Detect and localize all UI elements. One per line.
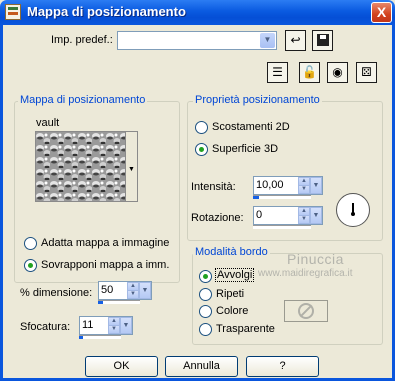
intensity-spinbox[interactable]: 10,00 ▲ ▼ ▼ bbox=[253, 176, 323, 195]
color-label[interactable]: Colore bbox=[216, 305, 248, 317]
floppy-disk-icon bbox=[316, 34, 329, 46]
undo-arrow-icon: ↩ bbox=[290, 33, 301, 47]
size-spinbox[interactable]: 50 ▲ ▼ ▼ bbox=[98, 281, 152, 300]
spin-down-icon[interactable]: ▼ bbox=[108, 325, 120, 334]
lock-options-button[interactable]: 🔓 bbox=[299, 62, 320, 83]
tile-map-label[interactable]: Sovrapponi mappa a imm. bbox=[41, 259, 169, 271]
chevron-down-icon[interactable]: ▼ bbox=[310, 207, 322, 224]
chevron-down-icon: ▼ bbox=[260, 33, 275, 48]
blur-spinbox[interactable]: 11 ▲ ▼ ▼ bbox=[79, 316, 133, 335]
blur-label: Sfocatura: bbox=[20, 321, 71, 333]
no-color-icon bbox=[298, 303, 314, 319]
spin-down-icon[interactable]: ▼ bbox=[298, 185, 310, 194]
ok-button[interactable]: OK bbox=[85, 356, 158, 377]
blur-slider[interactable] bbox=[79, 335, 121, 339]
chevron-down-icon[interactable]: ▼ bbox=[310, 177, 322, 194]
blur-slider-fill bbox=[79, 336, 83, 339]
eye-icon: ◉ bbox=[332, 65, 343, 79]
watermark-name: Pinuccia bbox=[287, 251, 344, 267]
repeat-label[interactable]: Ripeti bbox=[216, 288, 244, 300]
window-title: Mappa di posizionamento bbox=[27, 4, 186, 19]
edge-color-swatch[interactable] bbox=[284, 300, 328, 322]
dice-icon: ⚄ bbox=[361, 65, 372, 79]
color-radio[interactable] bbox=[199, 305, 212, 318]
triangle-down-icon: ▼ bbox=[128, 166, 135, 173]
surface-3d-radio[interactable] bbox=[195, 143, 208, 156]
map-group-title: Mappa di posizionamento bbox=[18, 94, 148, 106]
fit-map-radio[interactable] bbox=[24, 237, 37, 250]
save-preset-button[interactable] bbox=[312, 30, 333, 51]
size-label: % dimensione: bbox=[20, 287, 93, 299]
edge-mode-group-title: Modalità bordo bbox=[193, 246, 270, 258]
properties-button[interactable]: ☰ bbox=[267, 62, 288, 83]
list-icon: ☰ bbox=[272, 65, 283, 79]
close-button[interactable]: X bbox=[371, 2, 392, 23]
app-icon bbox=[5, 4, 21, 20]
randomize-button[interactable]: ⚄ bbox=[356, 62, 377, 83]
blur-value: 11 bbox=[82, 319, 94, 331]
map-name: vault bbox=[36, 117, 60, 129]
map-picker-button[interactable]: ▼ bbox=[126, 131, 138, 202]
preview-button[interactable]: ◉ bbox=[327, 62, 348, 83]
repeat-radio[interactable] bbox=[199, 288, 212, 301]
dial-center-icon bbox=[351, 212, 355, 216]
rotation-spinbox[interactable]: 0 ▲ ▼ ▼ bbox=[253, 206, 323, 225]
rotation-dial[interactable] bbox=[336, 193, 370, 227]
intensity-label: Intensità: bbox=[191, 181, 236, 193]
watermark-url: www.maidiregrafica.it bbox=[258, 268, 353, 279]
wrap-radio[interactable] bbox=[199, 270, 212, 283]
surface-3d-label[interactable]: Superficie 3D bbox=[212, 143, 278, 155]
size-slider-fill bbox=[98, 301, 103, 304]
properties-group-title: Proprietà posizionamento bbox=[193, 94, 322, 106]
window-frame-left bbox=[0, 25, 3, 381]
cancel-button[interactable]: Annulla bbox=[165, 356, 238, 377]
chevron-down-icon[interactable]: ▼ bbox=[139, 282, 151, 299]
help-button[interactable]: ? bbox=[246, 356, 319, 377]
rotation-slider[interactable] bbox=[253, 225, 311, 229]
rotation-label: Rotazione: bbox=[191, 212, 244, 224]
preset-label: Imp. predef.: bbox=[51, 34, 113, 46]
rotation-value: 0 bbox=[256, 209, 263, 221]
size-slider[interactable] bbox=[98, 300, 140, 304]
offset-2d-radio[interactable] bbox=[195, 121, 208, 134]
reset-preset-button[interactable]: ↩ bbox=[285, 30, 306, 51]
fit-map-label[interactable]: Adatta mappa a immagine bbox=[41, 237, 169, 249]
offset-2d-label[interactable]: Scostamenti 2D bbox=[212, 121, 290, 133]
intensity-slider-fill bbox=[253, 196, 259, 199]
spin-down-icon[interactable]: ▼ bbox=[127, 290, 139, 299]
intensity-slider[interactable] bbox=[253, 195, 311, 199]
map-preview[interactable] bbox=[35, 131, 126, 202]
tile-map-radio[interactable] bbox=[24, 259, 37, 272]
intensity-value: 10,00 bbox=[256, 179, 284, 191]
spin-down-icon[interactable]: ▼ bbox=[298, 215, 310, 224]
size-value: 50 bbox=[101, 284, 114, 296]
wrap-label[interactable]: Avvolgi bbox=[215, 268, 255, 282]
map-texture-image bbox=[36, 132, 125, 201]
transparent-radio[interactable] bbox=[199, 323, 212, 336]
lock-icon: 🔓 bbox=[302, 65, 317, 79]
chevron-down-icon[interactable]: ▼ bbox=[120, 317, 132, 334]
preset-select[interactable]: ▼ bbox=[117, 31, 277, 50]
transparent-label[interactable]: Trasparente bbox=[216, 323, 275, 335]
